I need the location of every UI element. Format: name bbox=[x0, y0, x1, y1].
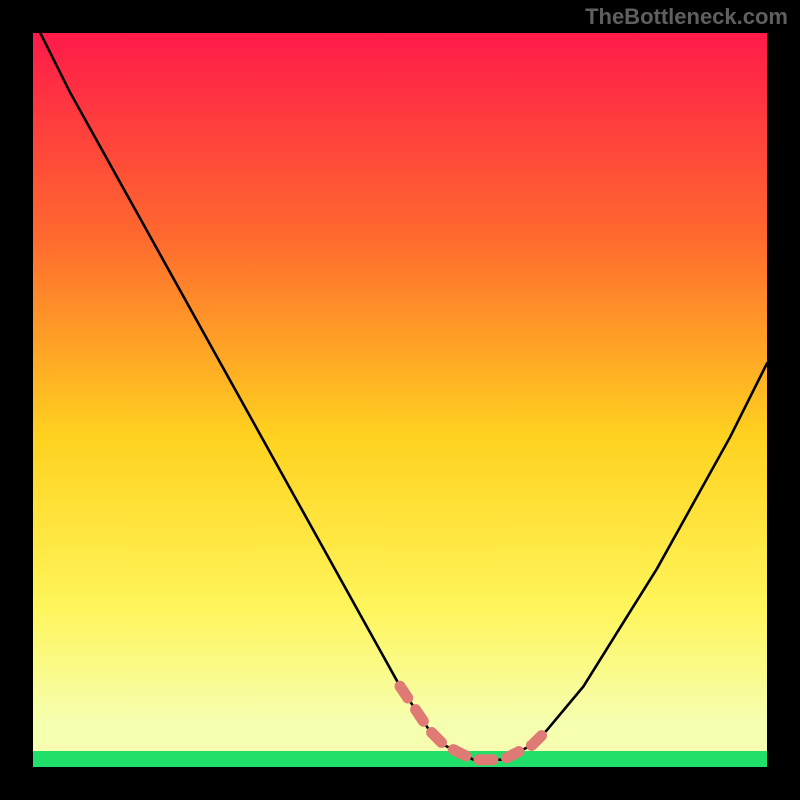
watermark-text: TheBottleneck.com bbox=[585, 4, 788, 30]
plot-background bbox=[33, 33, 767, 767]
chart-svg bbox=[0, 0, 800, 800]
chart-container: TheBottleneck.com bbox=[0, 0, 800, 800]
green-band bbox=[33, 751, 767, 767]
